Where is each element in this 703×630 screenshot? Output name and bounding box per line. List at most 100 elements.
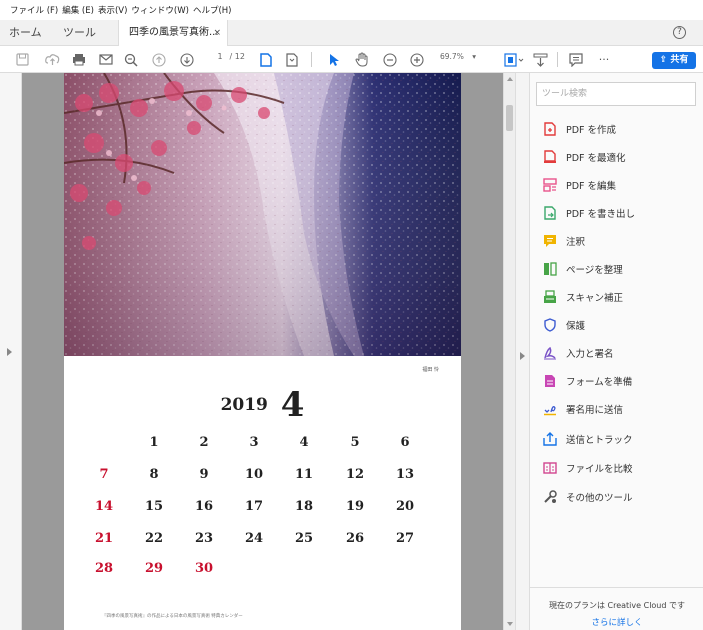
hand-tool-icon[interactable] [354,51,370,68]
email-icon[interactable] [98,51,114,68]
upload-icon[interactable] [44,51,60,68]
scrollbar-thumb[interactable] [506,105,513,131]
tool-label: 送信とトラック [566,435,633,446]
calendar-week-2: 7 8 9 10 11 12 13 [84,467,444,489]
calendar-day: 7 [99,467,109,482]
calendar-day: 1 [149,435,159,450]
calendar-day: 24 [244,531,264,546]
tool-label: その他のツール [566,493,633,504]
select-cursor-icon[interactable] [326,51,342,68]
menu-bar: ファイル (F) 編集 (E) 表示(V) ウィンドウ(W) ヘルプ(H) [0,0,703,20]
tool-optimize-pdf[interactable]: PDF を最適化 [542,147,697,167]
single-page-view-icon[interactable] [258,51,274,68]
expand-left-panel-icon[interactable] [7,348,12,356]
calendar-day: 4 [299,435,309,450]
learn-more-link[interactable]: さらに詳しく [530,616,703,628]
share-icon: ⇪ [659,55,668,65]
tab-document-label: 四季の風景写真術... [129,27,219,38]
calendar-day: 18 [294,499,314,514]
tool-label: スキャン補正 [566,293,624,304]
calendar-day: 8 [149,467,159,482]
menu-edit[interactable]: 編集 (E) [62,4,94,16]
chevron-down-icon: ▾ [472,52,476,61]
menu-view[interactable]: 表示(V) [98,4,127,16]
tool-label: 保護 [566,321,586,332]
collapse-right-pane-icon[interactable] [520,352,525,360]
calendar-day: 22 [144,531,164,546]
scroll-down-arrow-icon[interactable] [507,622,513,626]
page-up-icon[interactable] [151,51,167,68]
zoom-level-select[interactable]: 69.7% ▾ [440,52,476,61]
tab-document[interactable]: 四季の風景写真術... × [118,20,228,46]
scroll-mode-icon[interactable] [532,51,548,68]
calendar-day: 6 [400,435,410,450]
send-for-signature-icon [542,401,558,417]
tool-organize-pages[interactable]: ページを整理 [542,259,697,279]
compare-files-icon [542,460,558,476]
tool-label: PDF を編集 [566,181,617,192]
tool-send-track[interactable]: 送信とトラック [542,429,697,449]
fill-sign-icon [542,345,558,361]
tool-label: ファイルを比較 [566,464,633,475]
tool-prepare-form[interactable]: フォームを準備 [542,371,697,391]
protect-icon [542,317,558,333]
comment-icon [542,233,558,249]
calendar-day: 14 [94,499,114,514]
zoom-out-icon[interactable] [382,51,398,68]
tool-create-pdf[interactable]: PDF を作成 [542,119,697,139]
tool-fill-sign[interactable]: 入力と署名 [542,343,697,363]
print-icon[interactable] [71,51,87,68]
cherry-blossom-photo [64,73,461,356]
share-button[interactable]: ⇪ 共有 [652,52,696,69]
comment-icon[interactable] [568,51,584,68]
calendar-header: 2019 4 [64,385,461,425]
zoom-search-icon[interactable] [123,51,139,68]
tool-comment[interactable]: 注釈 [542,231,697,251]
page-display-icon[interactable] [503,51,527,68]
tool-protect[interactable]: 保護 [542,315,697,335]
tool-label: 注釈 [566,237,586,248]
tab-tools[interactable]: ツール [63,20,96,46]
current-page-input[interactable]: 1 [213,52,227,61]
tool-edit-pdf[interactable]: PDF を編集 [542,175,697,195]
document-viewport[interactable]: 福田 怜 2019 4 1 2 3 4 5 6 7 8 9 10 11 12 1… [22,73,503,630]
calendar-day: 10 [244,467,264,482]
tool-compare-files[interactable]: ファイルを比較 [542,458,697,478]
optimize-pdf-icon [542,149,558,165]
more-options-icon[interactable]: ··· [596,51,612,68]
tool-send-for-signature[interactable]: 署名用に送信 [542,399,697,419]
organize-pages-icon [542,261,558,277]
right-pane-toggle[interactable] [515,73,529,630]
help-icon[interactable]: ? [673,26,686,39]
menu-window[interactable]: ウィンドウ(W) [131,4,189,16]
menu-file[interactable]: ファイル (F) [10,4,58,16]
tool-label: ページを整理 [566,265,623,276]
tool-more-tools[interactable]: その他のツール [542,487,697,507]
tool-label: 入力と署名 [566,349,614,360]
tool-scan[interactable]: スキャン補正 [542,287,697,307]
calendar-day: 5 [350,435,360,450]
vertical-scrollbar[interactable] [503,73,515,630]
fit-page-icon[interactable] [284,51,300,68]
calendar-day: 11 [294,467,314,482]
page-down-icon[interactable] [179,51,195,68]
scroll-up-arrow-icon[interactable] [507,77,513,81]
zoom-in-icon[interactable] [409,51,425,68]
tool-search-input[interactable]: ツール検索 [536,82,696,106]
save-icon[interactable] [14,51,30,68]
page-indicator: 1 / 12 [213,52,245,61]
tab-home[interactable]: ホーム [9,20,42,46]
tool-export-pdf[interactable]: PDF を書き出し [542,203,697,223]
calendar-day: 12 [345,467,365,482]
page-footnote: 『四季の風景写真術』の作品による日本の風景写真術 特典カレンダー [102,614,243,619]
calendar-day: 15 [144,499,164,514]
calendar-day: 30 [194,561,214,576]
photo-credit: 福田 怜 [422,367,439,373]
menu-help[interactable]: ヘルプ(H) [193,4,232,16]
prepare-form-icon [542,373,558,389]
close-tab-icon[interactable]: × [213,20,221,46]
calendar-year: 2019 [220,395,268,415]
calendar-day: 21 [94,531,114,546]
tool-label: PDF を作成 [566,125,617,136]
calendar-day: 28 [94,561,114,576]
